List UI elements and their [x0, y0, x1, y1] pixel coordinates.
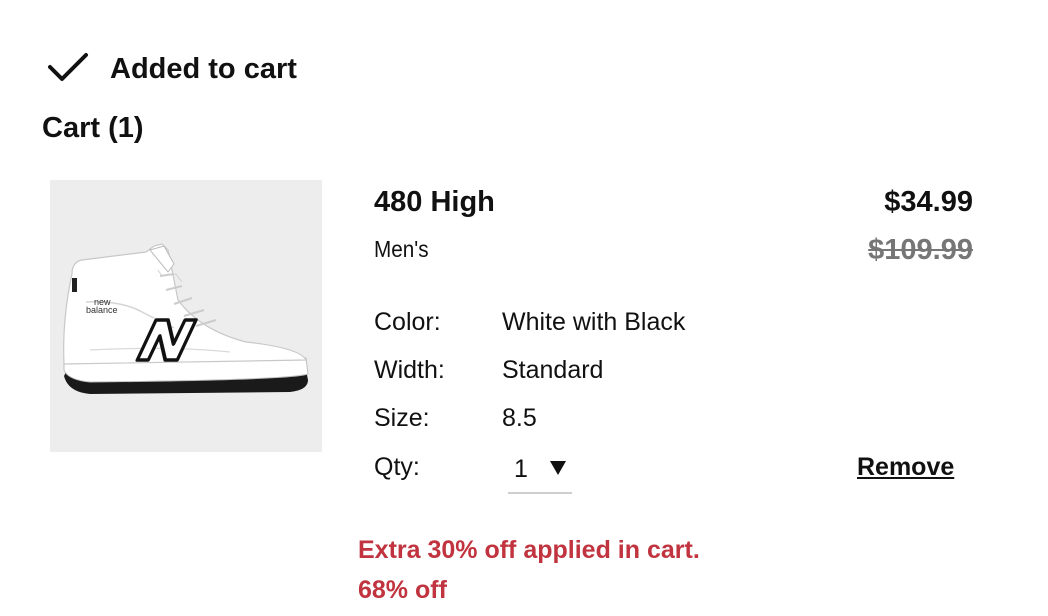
- product-name[interactable]: 480 High: [374, 184, 495, 220]
- size-label: Size:: [374, 404, 430, 432]
- caret-down-icon: [550, 461, 566, 475]
- size-value: 8.5: [502, 404, 537, 432]
- brand-text-line2: balance: [86, 305, 118, 315]
- qty-value: 1: [514, 455, 528, 483]
- width-label: Width:: [374, 356, 445, 384]
- cart-heading: Cart (1): [42, 112, 144, 144]
- product-image[interactable]: new balance: [50, 180, 322, 452]
- checkmark-icon: [48, 53, 88, 81]
- qty-label: Qty:: [374, 453, 420, 481]
- added-to-cart-message: Added to cart: [110, 53, 297, 85]
- promo-message: Extra 30% off applied in cart.: [358, 536, 700, 564]
- color-label: Color:: [374, 308, 441, 336]
- color-value: White with Black: [502, 308, 686, 336]
- original-price: $109.99: [868, 234, 973, 266]
- width-value: Standard: [502, 356, 604, 384]
- current-price: $34.99: [884, 186, 973, 218]
- remove-button[interactable]: Remove: [857, 451, 954, 483]
- sneaker-image-icon: [63, 243, 309, 394]
- product-gender: Men's: [374, 236, 429, 262]
- discount-badge: 68% off: [358, 576, 447, 604]
- qty-select[interactable]: 1: [508, 450, 572, 494]
